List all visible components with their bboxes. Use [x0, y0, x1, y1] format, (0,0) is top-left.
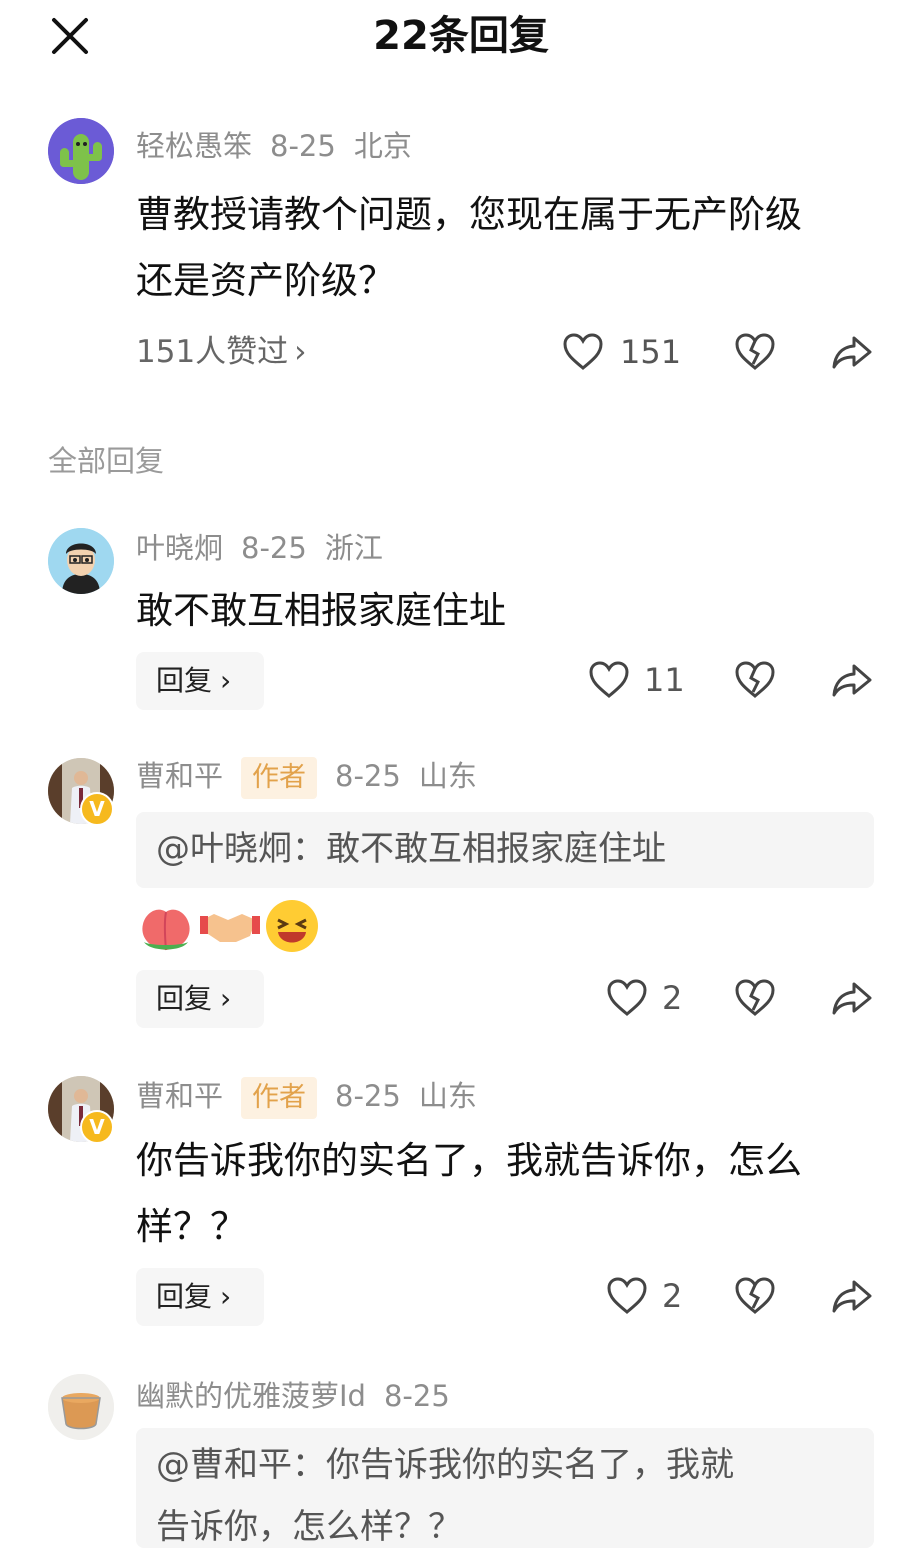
chevron-right-icon: ›: [220, 664, 232, 697]
date: 8-25: [270, 129, 336, 163]
comment-meta: 叶晓炯 8-25 浙江: [136, 528, 401, 568]
dislike-button[interactable]: [734, 1276, 776, 1316]
heart-icon: [563, 333, 603, 370]
page-title: 22条回复: [373, 13, 549, 59]
tea-cup-icon: [48, 1374, 114, 1440]
author-badge: 作者: [241, 1077, 318, 1119]
likers-link[interactable]: 151人赞过 ›: [136, 332, 325, 372]
reply-text-line1: 你告诉我你的实名了，我就告诉你，怎么: [136, 1139, 802, 1182]
reply-label: 回复: [156, 982, 213, 1015]
laughing-emoji: [266, 900, 318, 952]
date: 8-25: [335, 759, 401, 793]
username[interactable]: 轻松愚笨: [136, 129, 252, 163]
comment-text-line1: 曹教授请教个问题，您现在属于无产阶级: [136, 193, 802, 236]
location: 山东: [418, 759, 477, 793]
broken-heart-icon: [735, 1277, 775, 1314]
verified-badge-icon: V: [80, 1110, 114, 1144]
comment-meta: 幽默的优雅菠萝Id 8-25: [136, 1376, 468, 1416]
broken-heart-icon: [735, 661, 775, 698]
like-button[interactable]: [562, 332, 604, 372]
heart-icon: [607, 979, 647, 1016]
handshake-emoji: [200, 914, 260, 942]
avatar[interactable]: [48, 118, 114, 184]
reply-label: 回复: [156, 664, 213, 697]
section-label: 全部回复: [48, 444, 165, 478]
heart-icon: [607, 1277, 647, 1314]
reply-label: 回复: [156, 1280, 213, 1313]
reply-button[interactable]: 回复 ›: [136, 1268, 264, 1326]
verified-badge-icon: V: [80, 792, 114, 826]
heart-icon: [589, 661, 629, 698]
reply-button[interactable]: 回复 ›: [136, 970, 264, 1028]
share-button[interactable]: [830, 1276, 874, 1316]
date: 8-25: [335, 1079, 401, 1113]
likers-label: 151人赞过: [136, 334, 289, 370]
dislike-button[interactable]: [734, 660, 776, 700]
cartoon-face-icon: [48, 528, 114, 594]
emoji-row: [138, 898, 328, 958]
author-badge: 作者: [241, 757, 318, 799]
share-button[interactable]: [830, 332, 874, 372]
share-icon: [832, 664, 872, 697]
chevron-right-icon: ›: [220, 1280, 232, 1313]
comment-text-line2: 还是资产阶级？: [136, 259, 395, 302]
comment-meta: 曹和平 作者 8-25 山东: [136, 1076, 495, 1119]
username[interactable]: 曹和平: [136, 1079, 223, 1113]
share-icon: [832, 982, 872, 1015]
avatar[interactable]: [48, 528, 114, 594]
quoted-reply[interactable]: @叶晓炯：敢不敢互相报家庭住址: [136, 812, 874, 888]
comment-meta: 轻松愚笨 8-25 北京: [136, 126, 430, 166]
share-icon: [832, 336, 872, 369]
like-button[interactable]: [606, 978, 648, 1018]
username[interactable]: 幽默的优雅菠萝Id: [136, 1379, 366, 1413]
username[interactable]: 叶晓炯: [136, 531, 223, 565]
like-count: 151: [620, 333, 682, 371]
like-count: 2: [662, 979, 683, 1017]
location: 浙江: [324, 531, 383, 565]
quoted-text-line1: @曹和平：你告诉我你的实名了，我就: [156, 1445, 734, 1485]
like-button[interactable]: [606, 1276, 648, 1316]
chevron-right-icon: ›: [294, 334, 307, 370]
chevron-right-icon: ›: [220, 982, 232, 1015]
date: 8-25: [383, 1379, 450, 1413]
quoted-text: @叶晓炯：敢不敢互相报家庭住址: [156, 829, 666, 869]
cactus-icon: [48, 118, 114, 184]
username[interactable]: 曹和平: [136, 759, 223, 793]
broken-heart-icon: [735, 333, 775, 370]
quoted-text-line2: 告诉你，怎么样？？: [156, 1507, 462, 1547]
peach-emoji: [142, 909, 190, 951]
reply-text-line2: 样？？: [136, 1205, 247, 1248]
quoted-reply[interactable]: @曹和平：你告诉我你的实名了，我就 告诉你，怎么样？？: [136, 1428, 874, 1548]
share-button[interactable]: [830, 660, 874, 700]
avatar[interactable]: [48, 1374, 114, 1440]
comment-meta: 曹和平 作者 8-25 山东: [136, 756, 495, 799]
like-button[interactable]: [588, 660, 630, 700]
broken-heart-icon: [735, 979, 775, 1016]
share-icon: [832, 1280, 872, 1313]
like-count: 11: [644, 661, 685, 699]
like-count: 2: [662, 1277, 683, 1315]
dislike-button[interactable]: [734, 978, 776, 1018]
location: 山东: [418, 1079, 477, 1113]
dislike-button[interactable]: [734, 332, 776, 372]
reply-button[interactable]: 回复 ›: [136, 652, 264, 710]
location: 北京: [353, 129, 412, 163]
date: 8-25: [241, 531, 307, 565]
reply-text: 敢不敢互相报家庭住址: [136, 589, 506, 632]
share-button[interactable]: [830, 978, 874, 1018]
